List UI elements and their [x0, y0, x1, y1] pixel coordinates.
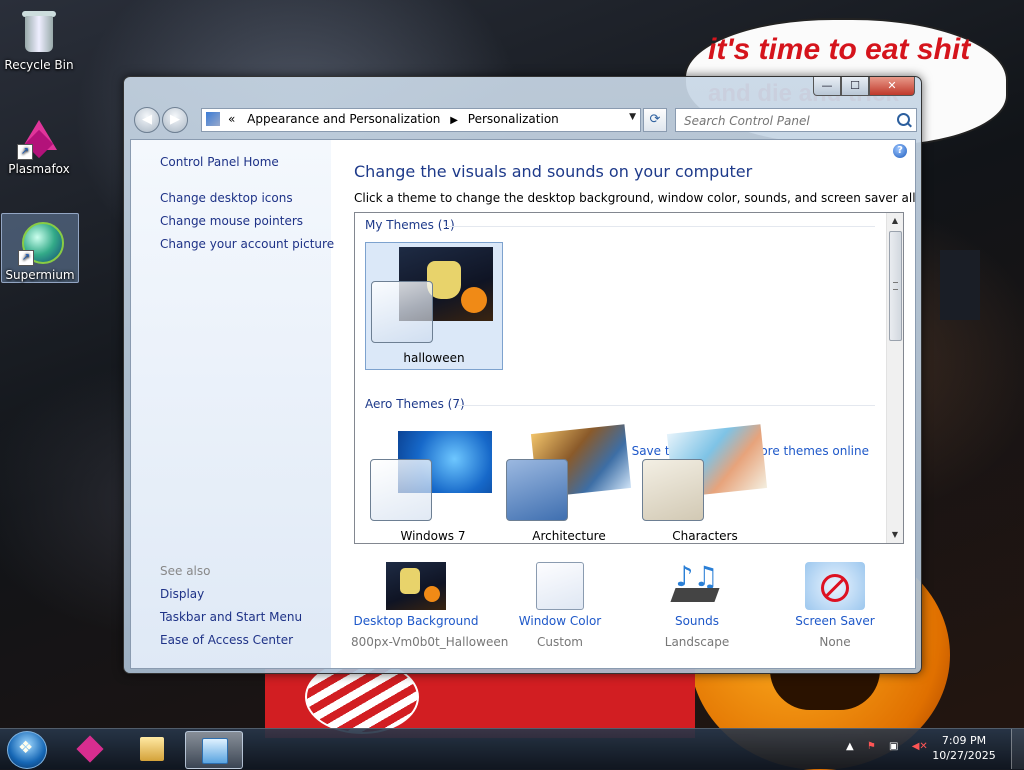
refresh-button[interactable]: ⟳: [643, 108, 667, 132]
theme-name: halloween: [403, 351, 465, 365]
network-icon[interactable]: ▣: [889, 741, 898, 752]
search-box[interactable]: [675, 108, 917, 132]
theme-window-color-preview: [371, 281, 433, 343]
desktop-background-setting[interactable]: Desktop Background 800px-Vm0b0t_Hallowee…: [351, 562, 509, 649]
window-color-setting[interactable]: Window Color Custom: [495, 562, 625, 649]
address-bar[interactable]: « Appearance and Personalization ▶ Perso…: [201, 108, 641, 132]
start-button[interactable]: [7, 731, 47, 769]
theme-name: Windows 7: [400, 529, 466, 543]
show-hidden-icons-icon[interactable]: ▲: [846, 741, 854, 752]
setting-value: Custom: [537, 635, 583, 649]
plasmafox-icon: [76, 735, 104, 763]
minimize-button[interactable]: —: [813, 77, 841, 96]
theme-window-color-preview: [370, 459, 432, 521]
setting-value: 800px-Vm0b0t_Halloween: [351, 635, 509, 649]
supermium-icon: ↗: [16, 218, 64, 266]
clock[interactable]: 7:09 PM 10/27/2025: [924, 733, 1004, 763]
setting-value: None: [819, 635, 851, 649]
control-panel-icon: [206, 112, 220, 126]
shortcut-arrow-icon: ↗: [18, 250, 34, 266]
desktop-icon-supermium[interactable]: ↗ Supermium: [1, 213, 79, 283]
theme-list-scrollbar[interactable]: ▲ ▼: [886, 213, 903, 543]
breadcrumb: « Appearance and Personalization ▶ Perso…: [228, 112, 559, 126]
shortcut-arrow-icon: ↗: [17, 144, 33, 160]
close-button[interactable]: ✕: [869, 77, 915, 96]
desktop-icon-label: Supermium: [5, 268, 75, 282]
my-themes-label: My Themes (1): [365, 218, 455, 232]
theme-name: Characters: [672, 529, 738, 543]
navigation-bar: ◀ ▶ « Appearance and Personalization ▶ P…: [130, 105, 917, 135]
forward-button[interactable]: ▶: [162, 107, 188, 133]
wallpaper-church: [940, 250, 980, 320]
show-desktop-button[interactable]: [1011, 729, 1024, 769]
folder-icon: [140, 737, 164, 761]
window-color-icon: [536, 562, 584, 610]
theme-characters[interactable]: Characters: [637, 421, 773, 543]
theme-name: Architecture: [532, 529, 606, 543]
scroll-thumb[interactable]: [889, 231, 902, 341]
personalization-window: — ☐ ✕ ◀ ▶ « Appearance and Personalizati…: [123, 76, 922, 674]
search-icon[interactable]: [897, 113, 910, 126]
see-also-heading: See also: [160, 564, 211, 578]
group-divider: [445, 226, 875, 227]
aero-themes-label: Aero Themes (7): [365, 397, 465, 411]
page-title: Change the visuals and sounds on your co…: [354, 162, 753, 181]
page-subtitle: Click a theme to change the desktop back…: [354, 191, 916, 205]
desktop-background-icon: [386, 562, 446, 610]
scroll-down-icon[interactable]: ▼: [887, 527, 903, 543]
address-dropdown-icon[interactable]: ▼: [629, 112, 636, 122]
setting-label[interactable]: Desktop Background: [351, 614, 481, 628]
theme-architecture[interactable]: Architecture: [501, 421, 637, 543]
ease-of-access-link[interactable]: Ease of Access Center: [160, 633, 293, 647]
action-center-icon[interactable]: ⚑: [867, 741, 876, 752]
breadcrumb-appearance[interactable]: Appearance and Personalization: [247, 112, 440, 126]
setting-label[interactable]: Sounds: [632, 614, 762, 628]
taskbar-plasmafox[interactable]: [62, 731, 118, 767]
change-account-picture-link[interactable]: Change your account picture: [160, 237, 334, 251]
theme-halloween[interactable]: halloween: [365, 242, 503, 370]
theme-window-color-preview: [642, 459, 704, 521]
help-icon[interactable]: ?: [893, 144, 907, 158]
setting-value: Landscape: [664, 635, 730, 649]
taskbar-start-menu-link[interactable]: Taskbar and Start Menu: [160, 610, 302, 624]
display-link[interactable]: Display: [160, 587, 204, 601]
window-content: Control Panel Home Change desktop icons …: [130, 139, 916, 669]
caption-buttons: — ☐ ✕: [813, 77, 915, 96]
sounds-setting[interactable]: ♪♫ Sounds Landscape: [632, 562, 762, 650]
control-panel-icon: [202, 738, 228, 764]
back-button[interactable]: ◀: [134, 107, 160, 133]
breadcrumb-personalization[interactable]: Personalization: [468, 112, 559, 126]
theme-windows-7[interactable]: Windows 7: [365, 421, 501, 543]
sounds-icon: ♪♫: [667, 562, 727, 610]
breadcrumb-separator-icon[interactable]: ▶: [450, 115, 458, 126]
clock-date: 10/27/2025: [932, 749, 996, 762]
main-pane: ? Change the visuals and sounds on your …: [331, 140, 915, 668]
plasmafox-icon: ↗: [15, 112, 63, 160]
theme-list[interactable]: My Themes (1) halloween Save theme Get m…: [354, 212, 904, 544]
wallpaper-bubble-text: it's time to eat shit: [708, 33, 971, 66]
taskbar-control-panel[interactable]: [185, 731, 243, 769]
setting-label[interactable]: Screen Saver: [770, 614, 900, 628]
setting-label[interactable]: Window Color: [495, 614, 625, 628]
recycle-bin-icon: [15, 8, 63, 56]
search-input[interactable]: [682, 111, 896, 131]
maximize-button[interactable]: ☐: [841, 77, 869, 96]
scroll-up-icon[interactable]: ▲: [887, 213, 903, 229]
screen-saver-setting[interactable]: Screen Saver None: [770, 562, 900, 649]
change-mouse-pointers-link[interactable]: Change mouse pointers: [160, 214, 303, 228]
change-desktop-icons-link[interactable]: Change desktop icons: [160, 191, 293, 205]
clock-time: 7:09 PM: [941, 734, 987, 747]
group-divider: [457, 405, 875, 406]
taskbar: ▲ ⚑ ▣ ◀✕ 7:09 PM 10/27/2025: [0, 728, 1024, 769]
task-pane: Control Panel Home Change desktop icons …: [131, 140, 334, 668]
desktop-icon-label: Recycle Bin: [4, 58, 74, 72]
desktop-icon-label: Plasmafox: [8, 162, 70, 176]
screen-saver-icon: [805, 562, 865, 610]
desktop-icon-plasmafox[interactable]: ↗ Plasmafox: [1, 108, 77, 180]
taskbar-explorer[interactable]: [124, 731, 180, 767]
control-panel-home-link[interactable]: Control Panel Home: [160, 155, 279, 169]
breadcrumb-overflow[interactable]: «: [228, 112, 235, 126]
desktop-icon-recycle-bin[interactable]: Recycle Bin: [1, 4, 77, 76]
theme-window-color-preview: [506, 459, 568, 521]
